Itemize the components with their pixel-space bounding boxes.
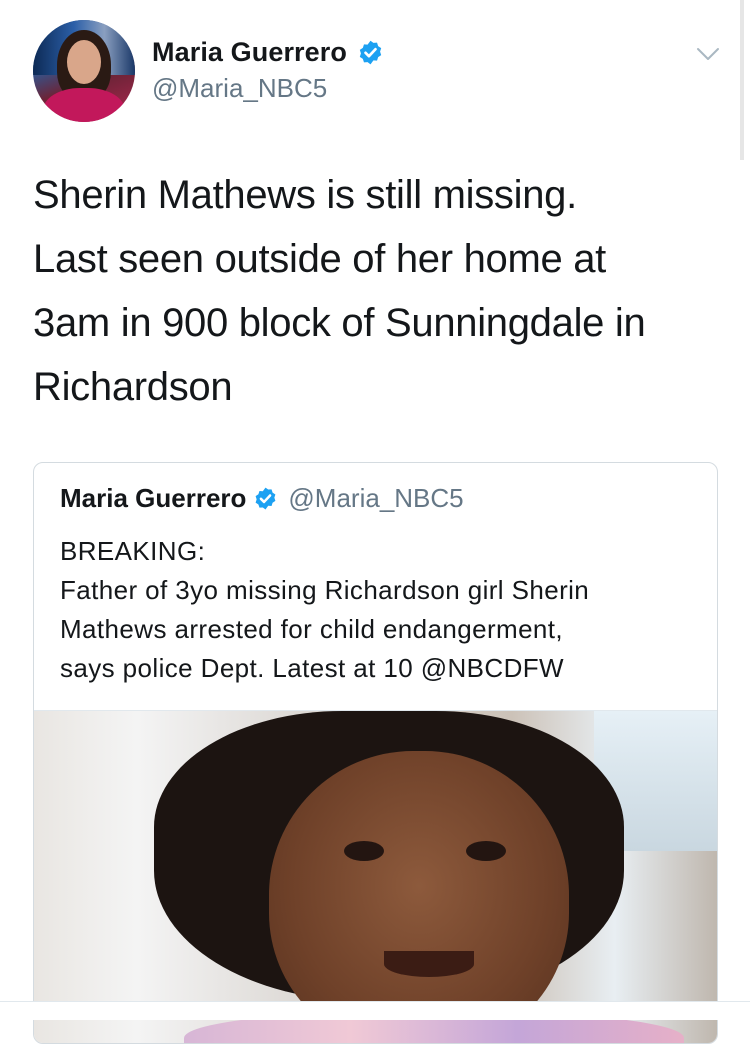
photo-right-eye bbox=[466, 841, 506, 861]
author-handle[interactable]: @Maria_NBC5 bbox=[152, 73, 327, 104]
verified-badge-icon bbox=[359, 40, 382, 65]
quoted-author-display-name[interactable]: Maria Guerrero bbox=[60, 483, 246, 514]
verified-badge-icon bbox=[256, 487, 276, 510]
tweet-text: Sherin Mathews is still missing. Last se… bbox=[33, 173, 646, 409]
tweet: Maria Guerrero @Maria_NBC5 Sherin Mathew… bbox=[0, 0, 750, 1044]
quoted-tweet-header: Maria Guerrero @Maria_NBC5 bbox=[60, 483, 464, 514]
chevron-down-icon[interactable] bbox=[694, 40, 722, 68]
quoted-tweet-photo[interactable] bbox=[34, 710, 717, 1043]
author-name-row[interactable]: Maria Guerrero bbox=[152, 37, 384, 68]
avatar-face bbox=[67, 40, 101, 84]
scroll-indicator bbox=[740, 0, 744, 160]
photo-mouth bbox=[384, 951, 474, 977]
bottom-divider bbox=[0, 1001, 750, 1020]
quoted-tweet-text: BREAKING: Father of 3yo missing Richards… bbox=[60, 536, 590, 683]
quoted-author-handle[interactable]: @Maria_NBC5 bbox=[288, 483, 463, 514]
photo-left-eye bbox=[344, 841, 384, 861]
avatar-blouse bbox=[43, 88, 125, 122]
author-display-name[interactable]: Maria Guerrero bbox=[152, 37, 347, 68]
author-avatar[interactable] bbox=[33, 20, 135, 122]
quoted-tweet-card[interactable]: Maria Guerrero @Maria_NBC5 BREAKING: Fat… bbox=[33, 462, 718, 1044]
